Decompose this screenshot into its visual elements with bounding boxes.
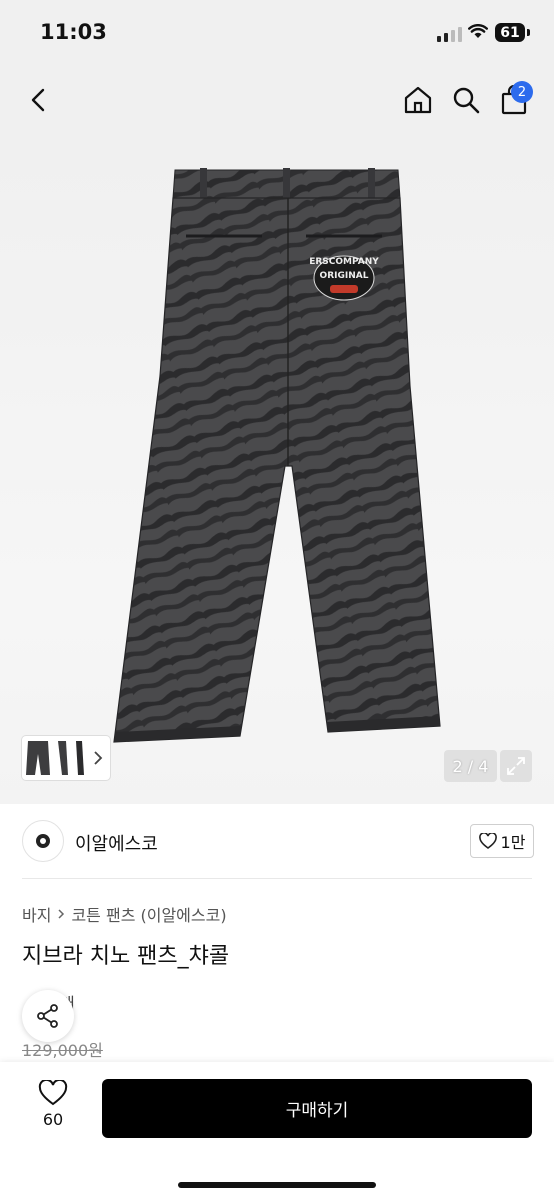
product-image-carousel[interactable]: ERSCOMPANY ORIGINAL 2 / 4 bbox=[0, 136, 554, 804]
breadcrumb-category[interactable]: 바지 bbox=[22, 902, 51, 926]
battery-tip bbox=[527, 29, 530, 36]
buy-button[interactable]: 구매하기 bbox=[102, 1079, 532, 1138]
brand-name[interactable]: 이알에스코 bbox=[75, 830, 158, 856]
signal-icon bbox=[437, 27, 462, 42]
top-nav bbox=[0, 64, 554, 136]
search-icon bbox=[453, 87, 480, 114]
home-button[interactable] bbox=[400, 82, 436, 118]
breadcrumb-subcategory[interactable]: 코튼 팬츠 (이알에스코) bbox=[71, 902, 226, 926]
heart-icon bbox=[38, 1080, 68, 1106]
product-title: 지브라 치노 팬츠_챠콜 bbox=[22, 944, 230, 969]
share-icon bbox=[37, 1004, 58, 1028]
chevron-left-icon bbox=[31, 88, 45, 112]
brand-like-button[interactable]: 1만 bbox=[470, 824, 534, 858]
back-button[interactable] bbox=[20, 82, 56, 118]
thumbnail-strip[interactable] bbox=[22, 736, 110, 780]
status-bar: 11:03 61 bbox=[0, 0, 554, 64]
bottom-action-bar: 60 구매하기 bbox=[0, 1062, 554, 1200]
brand-row[interactable]: 이알에스코 1만 bbox=[0, 804, 554, 878]
chevron-right-icon bbox=[94, 751, 103, 765]
patch-text-top: ERSCOMPANY bbox=[309, 257, 379, 267]
brand-logo-icon bbox=[36, 834, 50, 848]
brand-logo[interactable] bbox=[22, 820, 64, 862]
expand-button[interactable] bbox=[500, 750, 532, 782]
home-icon bbox=[404, 86, 432, 114]
image-counter: 2 / 4 bbox=[444, 750, 497, 782]
home-indicator bbox=[178, 1182, 376, 1188]
battery-icon: 61 bbox=[495, 23, 525, 42]
status-time: 11:03 bbox=[40, 20, 107, 44]
patch-text-bottom: ORIGINAL bbox=[320, 271, 369, 281]
breadcrumb: 바지 코튼 팬츠 (이알에스코) bbox=[22, 902, 227, 926]
chevron-right-icon bbox=[58, 909, 65, 919]
product-image: ERSCOMPANY ORIGINAL bbox=[113, 168, 441, 743]
heart-icon bbox=[478, 833, 497, 849]
brand-like-count: 1만 bbox=[500, 833, 526, 852]
wishlist-count: 60 bbox=[42, 1110, 64, 1129]
search-button[interactable] bbox=[448, 82, 484, 118]
share-button[interactable] bbox=[22, 990, 74, 1042]
wifi-icon bbox=[468, 24, 488, 38]
thumbnail-images bbox=[26, 741, 84, 775]
expand-icon bbox=[507, 757, 525, 775]
wishlist-button[interactable]: 60 bbox=[24, 1080, 82, 1140]
cart-count-badge: 2 bbox=[511, 81, 533, 103]
divider bbox=[22, 878, 532, 879]
original-price: 129,000원 bbox=[22, 1041, 103, 1060]
